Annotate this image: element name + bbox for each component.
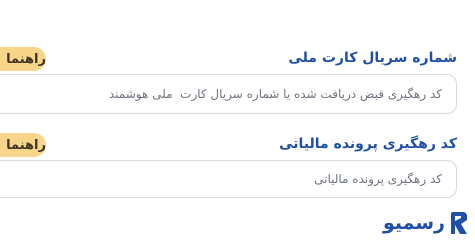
- tax-file-tracking-label: کد رهگیری پرونده مالیاتی: [279, 136, 457, 152]
- brand-name: رسمیو: [382, 212, 445, 234]
- national-card-serial-label: شماره سریال کارت ملی: [288, 50, 457, 66]
- guide-button-tax-file[interactable]: راهنما: [0, 133, 46, 157]
- form-page: شماره سریال کارت ملی راهنما کد رهگیری پر…: [0, 0, 475, 245]
- guide-button-national-card[interactable]: راهنما: [0, 47, 46, 71]
- national-card-serial-field[interactable]: [0, 74, 457, 114]
- tax-file-tracking-field[interactable]: [0, 160, 457, 198]
- tax-file-tracking-input[interactable]: [0, 161, 456, 197]
- brand-mark-icon: [451, 212, 467, 234]
- national-card-serial-input[interactable]: [0, 75, 456, 113]
- brand-logo: رسمیو: [383, 212, 467, 234]
